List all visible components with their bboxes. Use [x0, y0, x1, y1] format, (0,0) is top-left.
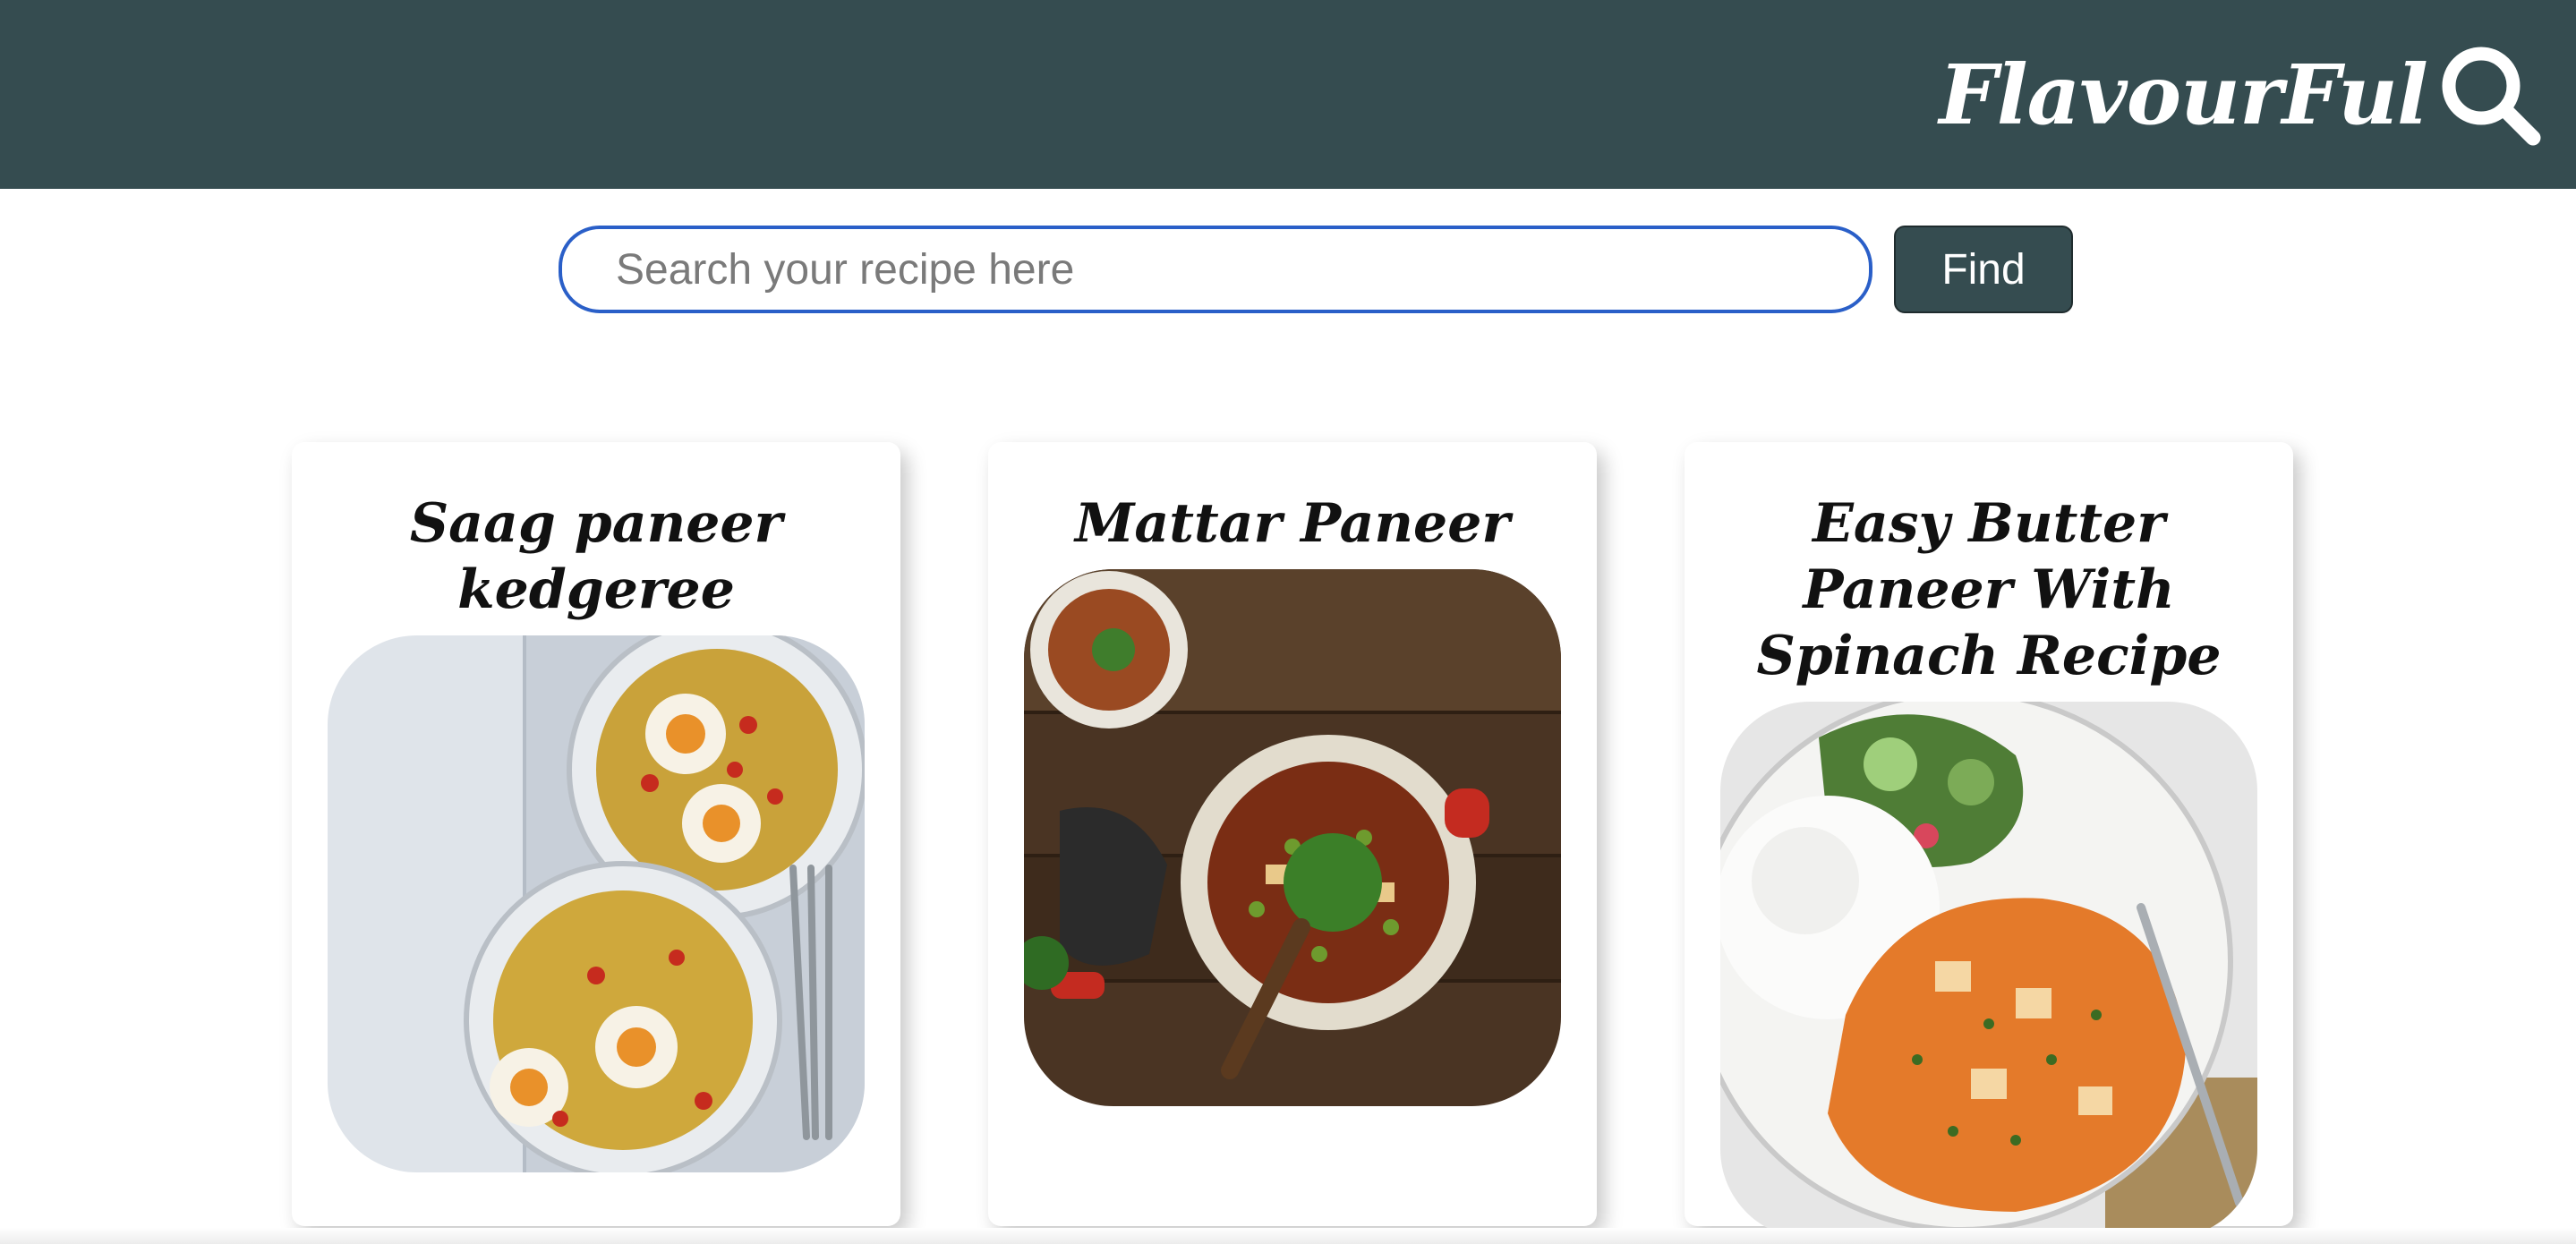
search-icon[interactable] — [2436, 41, 2544, 149]
recipe-card[interactable]: Saag paneer kedgeree — [292, 442, 900, 1226]
recipe-title[interactable]: Saag paneer kedgeree — [310, 490, 883, 623]
search-input[interactable] — [559, 226, 1872, 313]
recipe-card[interactable]: Mattar Paneer — [988, 442, 1597, 1226]
brand-logo[interactable]: FlavourFul — [1939, 41, 2428, 149]
recipe-title[interactable]: Mattar Paneer — [1006, 490, 1579, 557]
recipe-image[interactable] — [328, 635, 865, 1172]
find-button[interactable]: Find — [1894, 226, 2073, 313]
app-header: FlavourFul — [0, 0, 2576, 189]
recipe-image[interactable] — [1720, 702, 2257, 1239]
recipe-image[interactable] — [1024, 569, 1561, 1106]
search-bar: Find — [559, 225, 2073, 314]
window-bottom-edge — [0, 1228, 2576, 1244]
recipe-title[interactable]: Easy Butter Paneer With Spinach Recipe — [1702, 490, 2275, 689]
recipe-card[interactable]: Easy Butter Paneer With Spinach Recipe — [1685, 442, 2293, 1239]
